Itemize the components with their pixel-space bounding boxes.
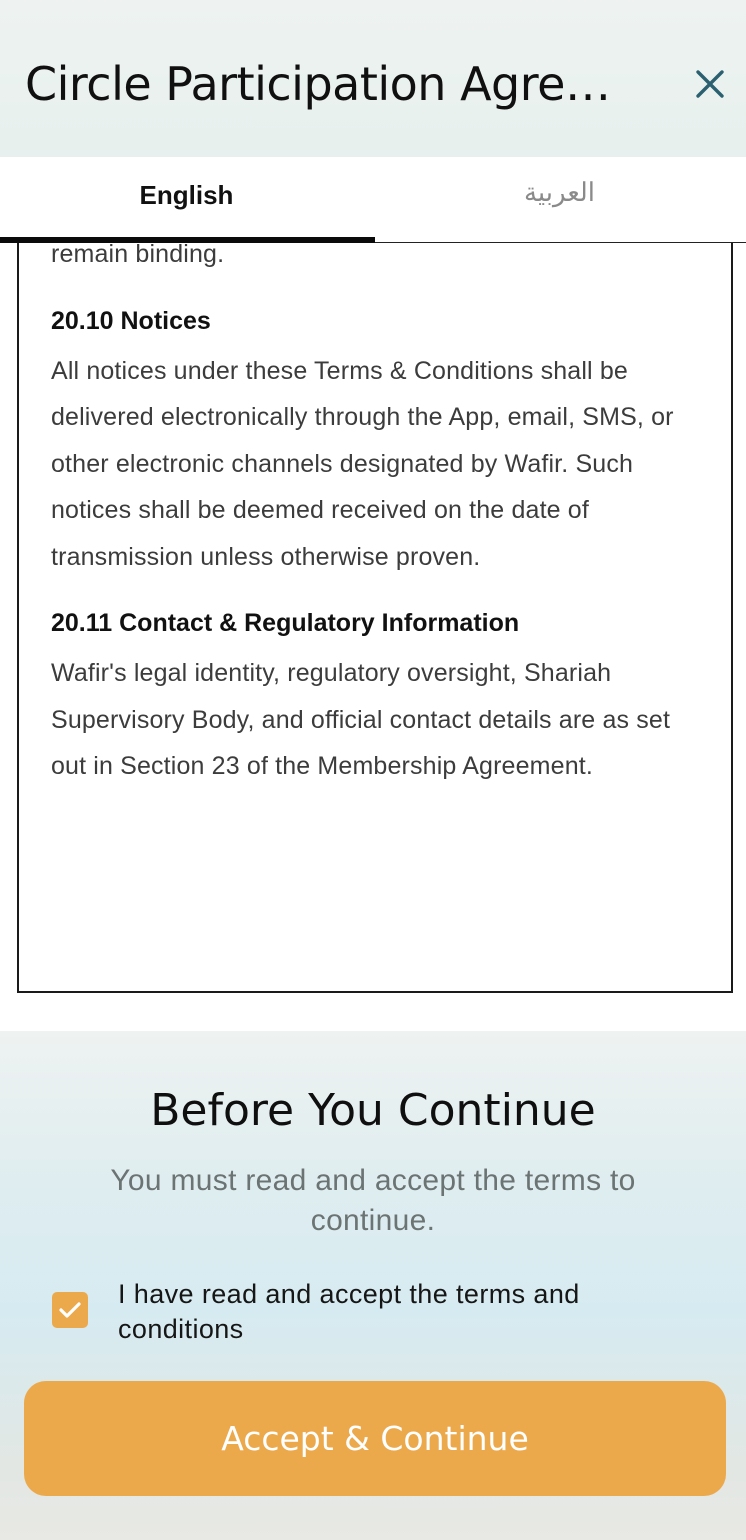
accept-continue-button[interactable]: Accept & Continue	[24, 1381, 726, 1496]
close-icon	[696, 70, 724, 98]
accept-terms-row[interactable]: I have read and accept the terms and con…	[52, 1275, 692, 1351]
terms-document[interactable]: remain binding. 20.10 Notices All notice…	[17, 243, 733, 993]
accept-terms-checkbox[interactable]	[52, 1292, 88, 1328]
section-body-contact: Wafir's legal identity, regulatory overs…	[51, 659, 671, 780]
close-button[interactable]	[688, 62, 732, 106]
consent-title: Before You Continue	[150, 1085, 596, 1136]
section-body-notices: All notices under these Terms & Conditio…	[51, 356, 674, 571]
consent-panel: Before You Continue You must read and ac…	[0, 1031, 746, 1540]
consent-subtitle: You must read and accept the terms to co…	[110, 1164, 636, 1237]
language-tabs: English العربية	[0, 157, 746, 243]
section-heading-contact: 20.11 Contact & Regulatory Information	[51, 609, 520, 637]
checkmark-icon	[59, 1302, 81, 1318]
page-title: Circle Participation Agreement	[25, 57, 635, 111]
tab-arabic[interactable]: العربية	[373, 157, 746, 243]
accept-terms-label: I have read and accept the terms and con…	[118, 1279, 580, 1344]
tab-english[interactable]: English	[0, 157, 373, 243]
terms-content: remain binding. 20.10 Notices All notice…	[51, 243, 711, 790]
header: Circle Participation Agreement	[0, 0, 746, 157]
agreement-screen: Circle Participation Agreement English ا…	[0, 0, 746, 1540]
terms-fragment: remain binding.	[51, 243, 225, 268]
section-heading-notices: 20.10 Notices	[51, 306, 211, 335]
